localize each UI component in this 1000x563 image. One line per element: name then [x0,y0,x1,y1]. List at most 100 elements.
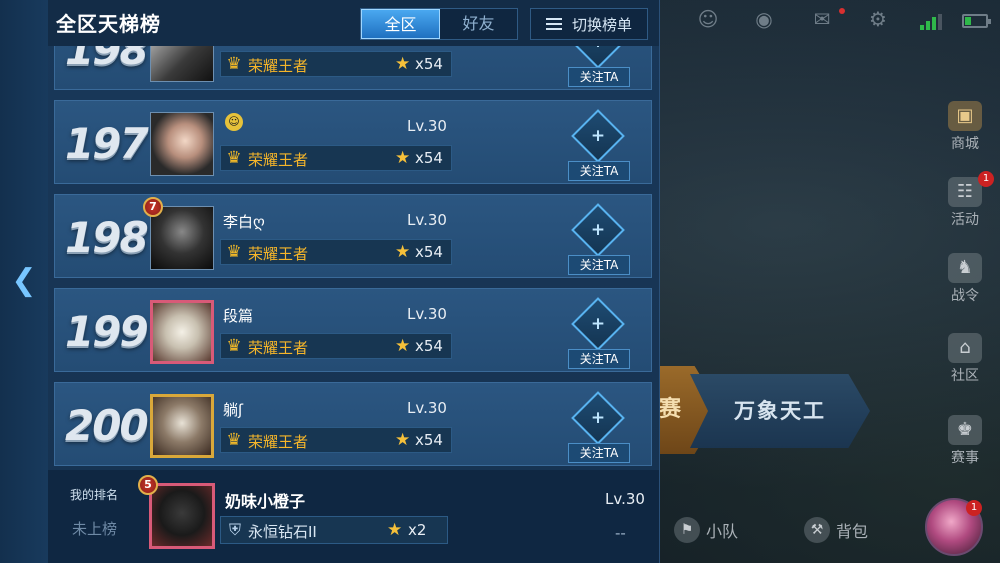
follow-icon[interactable]: + [571,297,625,351]
avatar[interactable] [150,300,214,364]
rank-tier-bar: ♛ 荣耀王者 ★ x54 [220,51,452,77]
table-row[interactable]: 199 段篇 Lv.30 ♛ 荣耀王者 ★ x54 + 关注TA [54,288,652,372]
player-level: Lv.30 [407,399,447,417]
player-level: Lv.30 [407,211,447,229]
table-row[interactable]: 200 躺ʃ Lv.30 ♛ 荣耀王者 ★ x54 + 关注TA [54,382,652,466]
my-rank-status: 未上榜 [72,520,118,538]
side-item-community[interactable]: ⌂ 社区 [930,327,1000,397]
eye-icon[interactable]: ◉ [750,8,778,30]
avatar[interactable] [150,206,214,270]
bag-icon: ⚒ [804,517,830,543]
bottom-bar: ⚑ 小队 ⚒ 背包 [660,505,930,555]
my-rank-label: 我的排名 [70,488,119,502]
side-item-label: 活动 [951,212,979,228]
switch-list-button[interactable]: 切换榜单 [530,8,648,40]
leaderboard-header: 全区天梯榜 全区 好友 切换榜单 [48,0,659,46]
follow-icon[interactable]: + [571,109,625,163]
tab-friends[interactable]: 好友 [440,9,517,39]
rank-tier-bar: ♛ 荣耀王者 ★ x54 [220,427,452,453]
tab-all-region[interactable]: 全区 [361,9,440,39]
battery-icon [962,14,991,28]
my-avatar[interactable] [149,483,215,549]
tier-label: 荣耀王者 [248,339,309,357]
leaderboard-list[interactable]: 198 ♛ 荣耀王者 ★ x54 + 关注TA 197 ☺ Lv.30 ♛ 荣耀… [54,46,652,466]
star-count: x54 [415,55,443,73]
team-icon: ⚑ [674,517,700,543]
scope-tabs: 全区 好友 [360,8,518,40]
side-item-label: 战令 [951,288,979,304]
rank-number: 197 [65,119,149,168]
side-item-shop[interactable]: ▣ 商城 [930,95,1000,165]
rank-tier-bar: ♛ 荣耀王者 ★ x54 [220,239,452,265]
star-icon: ★ [395,54,411,74]
team-label: 小队 [706,522,739,541]
chevron-left-icon[interactable]: ❮ [10,266,38,296]
table-row[interactable]: 198 7 李白ღ Lv.30 ♛ 荣耀王者 ★ x54 + 关注TA [54,194,652,278]
star-count: x54 [415,431,443,449]
player-name: 躺ʃ [223,401,244,419]
gear-icon[interactable]: ⚙ [864,8,892,30]
side-item-label: 社区 [951,368,979,384]
crown-icon: ♛ [226,54,242,74]
follow-button[interactable]: 关注TA [568,349,630,369]
star-count: x2 [408,521,427,539]
follow-icon[interactable]: + [571,203,625,257]
avatar[interactable] [150,394,214,458]
level-badge: 7 [143,197,163,217]
page-title: 全区天梯榜 [56,12,161,36]
follow-button[interactable]: 关注TA [568,255,630,275]
signal-icon [920,14,942,30]
follow-button[interactable]: 关注TA [568,67,630,87]
rank-tier-bar: ♛ 荣耀王者 ★ x54 [220,145,452,171]
notification-badge: 1 [978,171,994,187]
my-player-name: 奶味小橙子 [225,492,306,511]
star-icon: ★ [395,430,411,450]
crown-icon: ♛ [226,430,242,450]
mode-button[interactable]: 万象天工 [690,374,870,448]
my-rank-footer: 我的排名 未上榜 5 奶味小橙子 Lv.30 ⛨ 永恒钻石II ★ x2 -- [48,470,659,563]
tier-label: 荣耀王者 [248,433,309,451]
trophy-icon: ♚ [948,415,982,445]
hero-notification-badge: 1 [966,500,982,516]
tier-label: 荣耀王者 [248,245,309,263]
player-level: Lv.30 [407,305,447,323]
side-item-tournament[interactable]: ♚ 赛事 [930,409,1000,479]
star-icon: ★ [387,520,403,540]
star-icon: ★ [395,336,411,356]
star-icon: ★ [395,148,411,168]
crown-icon: ♛ [226,148,242,168]
follow-icon[interactable]: + [571,46,625,69]
side-item-pass[interactable]: ♞ 战令 [930,247,1000,317]
switch-list-label: 切换榜单 [571,15,632,34]
rank-tier-bar: ♛ 荣耀王者 ★ x54 [220,333,452,359]
crown-icon: ♛ [226,336,242,356]
table-row[interactable]: 198 ♛ 荣耀王者 ★ x54 + 关注TA [54,46,652,90]
follow-button[interactable]: 关注TA [568,443,630,463]
leaderboard-panel: ❮ 全区天梯榜 全区 好友 切换榜单 198 ♛ 荣耀王者 ★ x54 + 关注… [0,0,660,563]
player-name: 段篇 [223,307,254,325]
follow-icon[interactable]: + [571,391,625,445]
star-count: x54 [415,149,443,167]
mail-icon[interactable]: ✉ [808,8,836,30]
avatar[interactable] [150,46,214,82]
mail-notification-dot [839,8,845,14]
side-item-label: 赛事 [951,450,979,466]
shield-icon: ⛨ [228,520,241,539]
side-item-event[interactable]: 1 ☷ 活动 [930,171,1000,241]
star-icon: ★ [395,242,411,262]
star-count: x54 [415,243,443,261]
community-icon: ⌂ [948,333,982,363]
rank-number: 198 [65,213,149,262]
bag-button[interactable]: ⚒ 背包 [804,517,868,543]
my-rank-tier-bar: ⛨ 永恒钻石II ★ x2 [220,516,448,544]
rank-number: 198 [65,46,149,74]
team-button[interactable]: ⚑ 小队 [674,517,738,543]
friends-icon[interactable]: ☺ [694,8,722,30]
avatar[interactable] [150,112,214,176]
shop-icon: ▣ [948,101,982,131]
rank-number: 199 [65,307,149,356]
table-row[interactable]: 197 ☺ Lv.30 ♛ 荣耀王者 ★ x54 + 关注TA [54,100,652,184]
event-icon: ☷ [948,177,982,207]
tier-label: 荣耀王者 [248,151,309,169]
follow-button[interactable]: 关注TA [568,161,630,181]
